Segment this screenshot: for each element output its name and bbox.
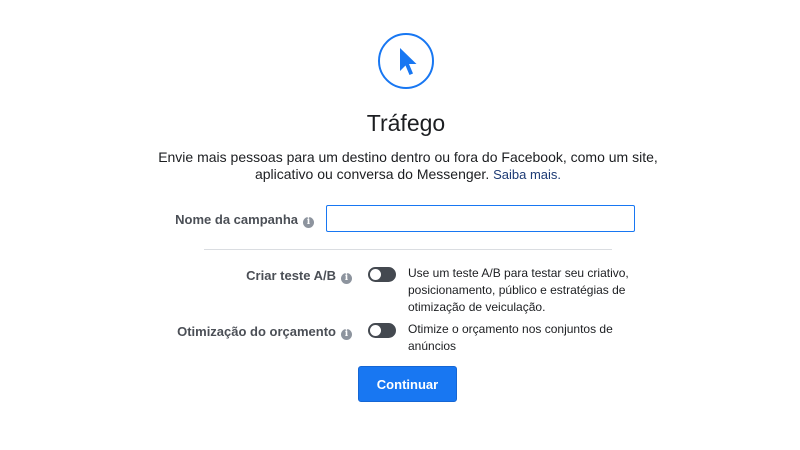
ab-test-description: Use um teste A/B para testar seu criativ…: [408, 266, 629, 314]
ab-test-toggle[interactable]: [368, 267, 396, 282]
budget-optimization-label-row: Otimização do orçamento i: [177, 324, 352, 340]
toggle-knob: [370, 269, 381, 280]
campaign-name-label-row: Nome da campanha i: [175, 212, 314, 228]
info-icon[interactable]: i: [303, 217, 314, 228]
divider: [204, 249, 612, 250]
continue-button[interactable]: Continuar: [358, 366, 457, 402]
ab-test-label-row: Criar teste A/B i: [246, 268, 352, 284]
ab-test-label: Criar teste A/B: [246, 268, 336, 283]
budget-optimization-description: Otimize o orçamento nos conjuntos de anú…: [408, 322, 613, 353]
budget-optimization-label: Otimização do orçamento: [177, 324, 336, 339]
objective-description-text: Envie mais pessoas para um destino dentr…: [158, 149, 658, 182]
toggle-knob: [370, 325, 381, 336]
objective-title: Tráfego: [366, 110, 446, 136]
campaign-setup-dialog: Tráfego Envie mais pessoas para um desti…: [0, 0, 800, 450]
campaign-name-label: Nome da campanha: [175, 212, 298, 227]
info-icon[interactable]: i: [341, 273, 352, 284]
learn-more-link[interactable]: Saiba mais.: [493, 167, 561, 182]
campaign-name-input[interactable]: [326, 205, 635, 232]
budget-optimization-toggle[interactable]: [368, 323, 396, 338]
objective-description: Envie mais pessoas para um destino dentr…: [150, 149, 666, 183]
info-icon[interactable]: i: [341, 329, 352, 340]
cursor-arrow-icon: [378, 33, 434, 89]
